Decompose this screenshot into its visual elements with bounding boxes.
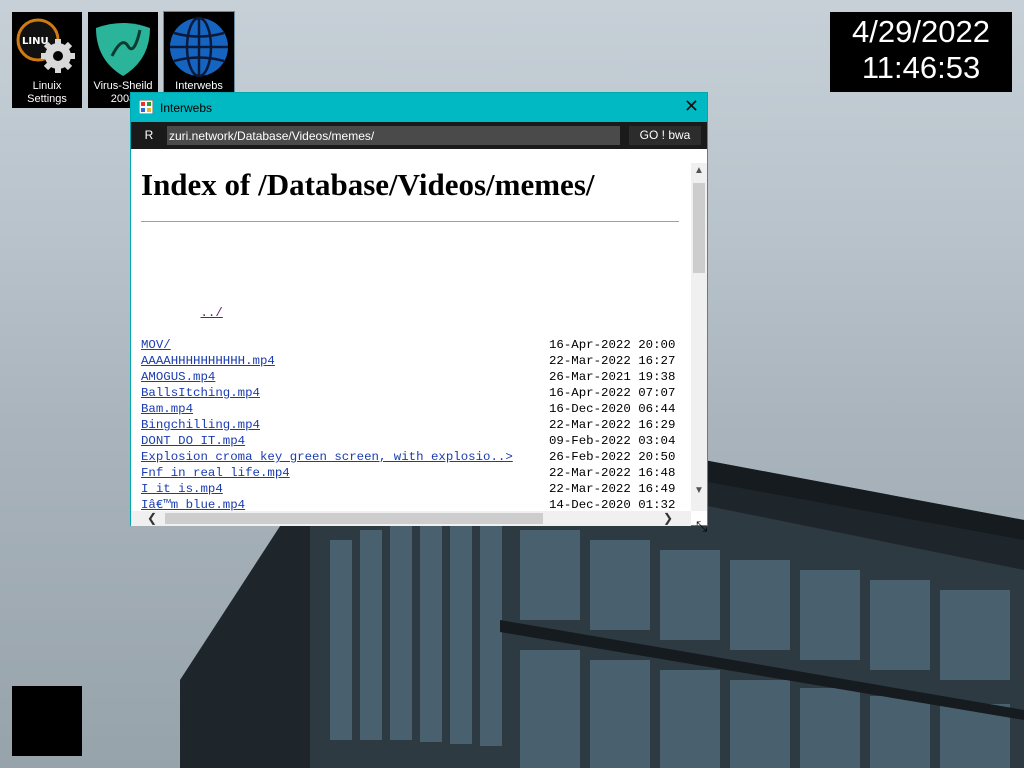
file-link[interactable]: BallsItching.mp4 xyxy=(141,386,260,400)
clock-date: 4/29/2022 xyxy=(852,14,990,49)
scroll-left-icon[interactable]: ❮ xyxy=(145,512,159,525)
parent-directory-link[interactable]: ../ xyxy=(201,306,223,320)
desktop-clock: 4/29/2022 11:46:53 xyxy=(830,12,1012,92)
scroll-up-icon[interactable]: ▲ xyxy=(693,165,705,177)
file-link[interactable]: Bam.mp4 xyxy=(141,402,193,416)
close-icon[interactable]: ✕ xyxy=(684,96,699,117)
listing-row: BallsItching.mp4 16-Apr-2022 07:07 xyxy=(141,385,675,401)
file-link[interactable]: Iâ€™m blue.mp4 xyxy=(141,498,245,511)
listing-row: Bam.mp4 16-Dec-2020 06:44 xyxy=(141,401,675,417)
start-button[interactable] xyxy=(12,686,82,756)
clock-time: 11:46:53 xyxy=(861,50,981,85)
page-content: Index of /Database/Videos/memes/ ../ MOV… xyxy=(131,149,691,511)
scroll-right-icon[interactable]: ❯ xyxy=(661,512,675,525)
listing-row: Bingchilling.mp4 22-Mar-2022 16:29 xyxy=(141,417,675,433)
reload-button[interactable]: R xyxy=(139,126,159,145)
horizontal-scrollbar[interactable]: ❮ ❯ xyxy=(131,511,691,526)
browser-window: Interwebs ✕ R GO ! bwa Index of /Databas… xyxy=(130,92,708,526)
scroll-down-icon[interactable]: ▼ xyxy=(693,485,705,497)
file-link[interactable]: Explosion croma key green screen, with e… xyxy=(141,450,513,464)
divider xyxy=(141,221,679,222)
file-link[interactable]: Fnf in real life.mp4 xyxy=(141,466,290,480)
file-link[interactable]: AAAAHHHHHHHHHH.mp4 xyxy=(141,354,275,368)
file-link[interactable]: DONT DO IT.mp4 xyxy=(141,434,245,448)
file-date: 16-Apr-2022 07:07 xyxy=(549,386,676,400)
window-title: Interwebs xyxy=(160,101,213,115)
desktop-icon-linuix-settings[interactable]: LINU Linuix Settings xyxy=(12,12,82,108)
nav-bar: R GO ! bwa xyxy=(131,122,707,149)
title-bar[interactable]: Interwebs ✕ xyxy=(131,93,707,122)
listing-row: AAAAHHHHHHHHHH.mp4 22-Mar-2022 16:27 xyxy=(141,353,675,369)
file-date: 16-Dec-2020 06:44 xyxy=(549,402,676,416)
listing-row: Fnf in real life.mp4 22-Mar-2022 16:48 xyxy=(141,465,675,481)
parent-row: ../ xyxy=(141,289,513,320)
page-heading: Index of /Database/Videos/memes/ xyxy=(141,167,595,202)
directory-listing: ../ MOV/16-Apr-2022 20:00 AAAAHHHHHHHHHH.… xyxy=(141,257,675,511)
file-date: 16-Apr-2022 20:00 xyxy=(549,338,676,352)
listing-row: Iâ€™m blue.mp4 14-Dec-2020 01:32 xyxy=(141,497,675,511)
listing-row: I it is.mp4 22-Mar-2022 16:49 xyxy=(141,481,675,497)
gear-icon: LINU xyxy=(16,18,75,73)
app-window-icon xyxy=(139,100,153,114)
file-date: 26-Mar-2021 19:38 xyxy=(549,370,676,384)
resize-grip-icon[interactable]: ⤡ xyxy=(696,518,712,534)
file-date: 14-Dec-2020 01:32 xyxy=(549,498,676,511)
shield-icon xyxy=(96,23,150,76)
go-button[interactable]: GO ! bwa xyxy=(629,126,701,145)
file-link[interactable]: AMOGUS.mp4 xyxy=(141,370,215,384)
svg-text:LINU: LINU xyxy=(22,36,49,47)
file-date: 09-Feb-2022 03:04 xyxy=(549,434,676,448)
globe-icon xyxy=(170,16,228,78)
file-date: 26-Feb-2022 20:50 xyxy=(549,450,676,464)
desktop-icon-label: Linuix Settings xyxy=(27,80,67,105)
scrollbar-thumb[interactable] xyxy=(693,183,705,273)
scrollbar-thumb[interactable] xyxy=(165,513,543,524)
file-date: 22-Mar-2022 16:49 xyxy=(549,482,676,496)
file-link[interactable]: I it is.mp4 xyxy=(141,482,223,496)
file-date: 22-Mar-2022 16:29 xyxy=(549,418,676,432)
vertical-scrollbar[interactable]: ▲ ▼ xyxy=(691,163,707,511)
listing-row: Explosion croma key green screen, with e… xyxy=(141,449,675,465)
listing-row: AMOGUS.mp4 26-Mar-2021 19:38 xyxy=(141,369,675,385)
url-input[interactable] xyxy=(167,126,620,145)
file-date: 22-Mar-2022 16:27 xyxy=(549,354,676,368)
listing-row: DONT DO IT.mp4 09-Feb-2022 03:04 xyxy=(141,433,675,449)
file-link[interactable]: MOV/ xyxy=(141,338,171,352)
file-date: 22-Mar-2022 16:48 xyxy=(549,466,676,480)
listing-row: MOV/16-Apr-2022 20:00 xyxy=(141,337,675,353)
file-link[interactable]: Bingchilling.mp4 xyxy=(141,418,260,432)
